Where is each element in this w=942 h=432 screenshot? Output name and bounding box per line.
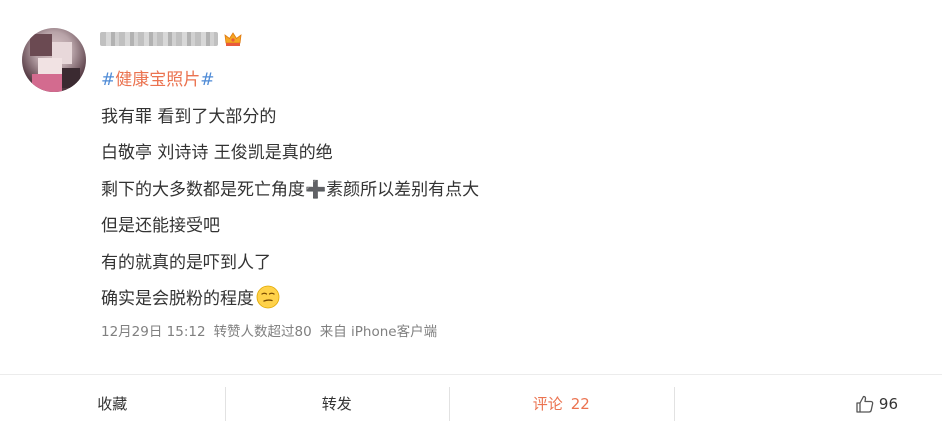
thumbs-up-icon	[856, 395, 874, 413]
crown-icon	[224, 32, 242, 46]
hashtag-link[interactable]: #健康宝照片#	[101, 70, 215, 90]
username-row	[100, 30, 242, 48]
post-text-line: 确实是会脱粉的程度	[101, 281, 479, 318]
post-source[interactable]: 来自 iPhone客户端	[320, 324, 437, 340]
post-text-line: 白敬亭 刘诗诗 王俊凯是真的绝	[101, 143, 333, 163]
comment-button[interactable]: 评论 22	[449, 386, 674, 421]
repost-count-note: 转赞人数超过80	[213, 324, 312, 340]
weibo-post: #健康宝照片# 我有罪 看到了大部分的 白敬亭 刘诗诗 王俊凯是真的绝 剩下的大…	[0, 0, 942, 432]
hashtag-line: #健康宝照片#	[101, 62, 479, 99]
action-bar: 收藏 转发 评论 22 96	[0, 374, 942, 432]
post-meta: 12月29日 15:12 转赞人数超过80 来自 iPhone客户端	[101, 320, 445, 340]
post-content: #健康宝照片# 我有罪 看到了大部分的 白敬亭 刘诗诗 王俊凯是真的绝 剩下的大…	[101, 62, 479, 318]
avatar[interactable]	[22, 28, 86, 92]
post-text-line: 我有罪 看到了大部分的	[101, 106, 277, 127]
smirk-emoji-icon	[256, 285, 280, 309]
plus-sign: ➕	[305, 179, 327, 200]
post-text-line: 剩下的大多数都是死亡角度➕素颜所以差别有点大	[101, 179, 480, 200]
repost-button[interactable]: 转发	[224, 386, 450, 421]
comment-count: 22	[570, 394, 590, 413]
like-count: 96	[878, 394, 898, 413]
post-timestamp[interactable]: 12月29日 15:12	[101, 324, 206, 340]
like-button[interactable]: 96	[673, 386, 942, 421]
username-blurred[interactable]	[100, 32, 218, 46]
post-text-line: 但是还能接受吧	[101, 216, 220, 236]
post-text-line: 有的就真的是吓到人了	[101, 252, 271, 273]
favorite-button[interactable]: 收藏	[0, 387, 225, 421]
